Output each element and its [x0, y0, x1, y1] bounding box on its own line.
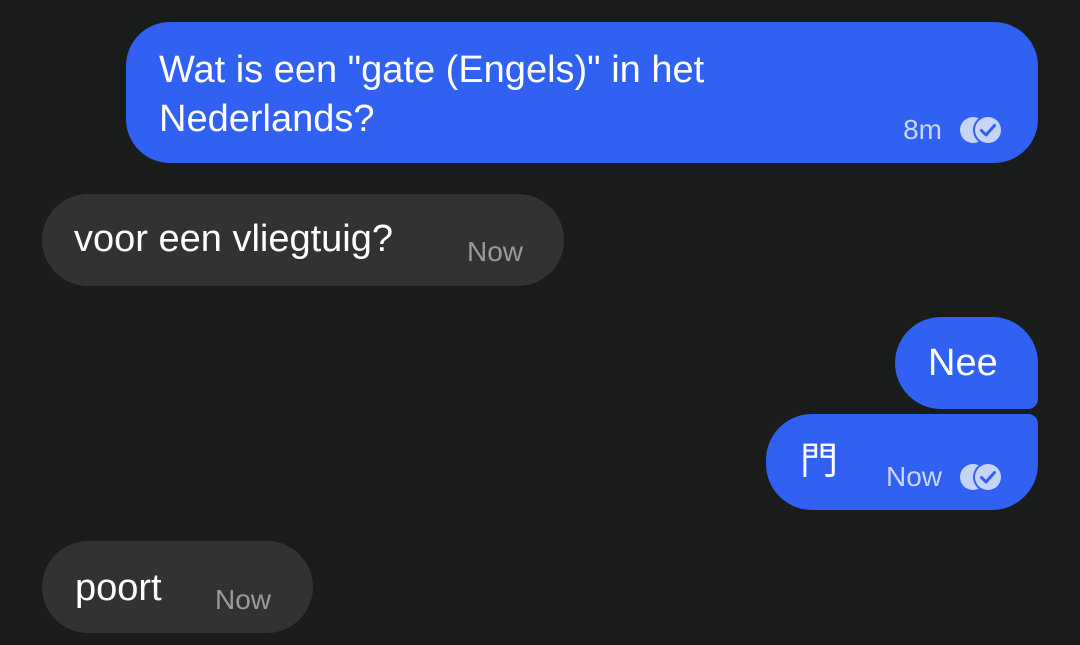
message-meta: Now — [215, 584, 271, 616]
message-text: Nee — [928, 342, 998, 384]
message-timestamp: Now — [467, 236, 524, 267]
message-meta: 8m — [903, 114, 1004, 146]
message-text: poort — [75, 567, 162, 609]
message-text: voor een vliegtuig? — [74, 218, 393, 260]
message-meta: Now — [467, 236, 523, 268]
message-text: 門 — [800, 441, 839, 483]
read-receipt-icon — [960, 115, 1003, 145]
outgoing-message-bubble[interactable]: Nee — [895, 317, 1038, 409]
message-timestamp: 8m — [903, 114, 942, 145]
outgoing-message-bubble[interactable]: Wat is een "gate (Engels)" in het Nederl… — [126, 22, 1038, 163]
incoming-message-bubble[interactable]: voor een vliegtuig? Now — [42, 194, 564, 286]
message-timestamp: Now — [885, 461, 942, 492]
conversation-thread: Wat is een "gate (Engels)" in het Nederl… — [0, 0, 1080, 645]
message-text: Wat is een "gate (Engels)" in het Nederl… — [159, 49, 705, 140]
message-meta: Now — [886, 461, 1004, 493]
incoming-message-bubble[interactable]: poort Now — [42, 541, 313, 633]
read-receipt-icon — [960, 462, 1003, 492]
message-timestamp: Now — [215, 584, 272, 615]
outgoing-message-bubble[interactable]: 門 Now — [766, 414, 1038, 510]
